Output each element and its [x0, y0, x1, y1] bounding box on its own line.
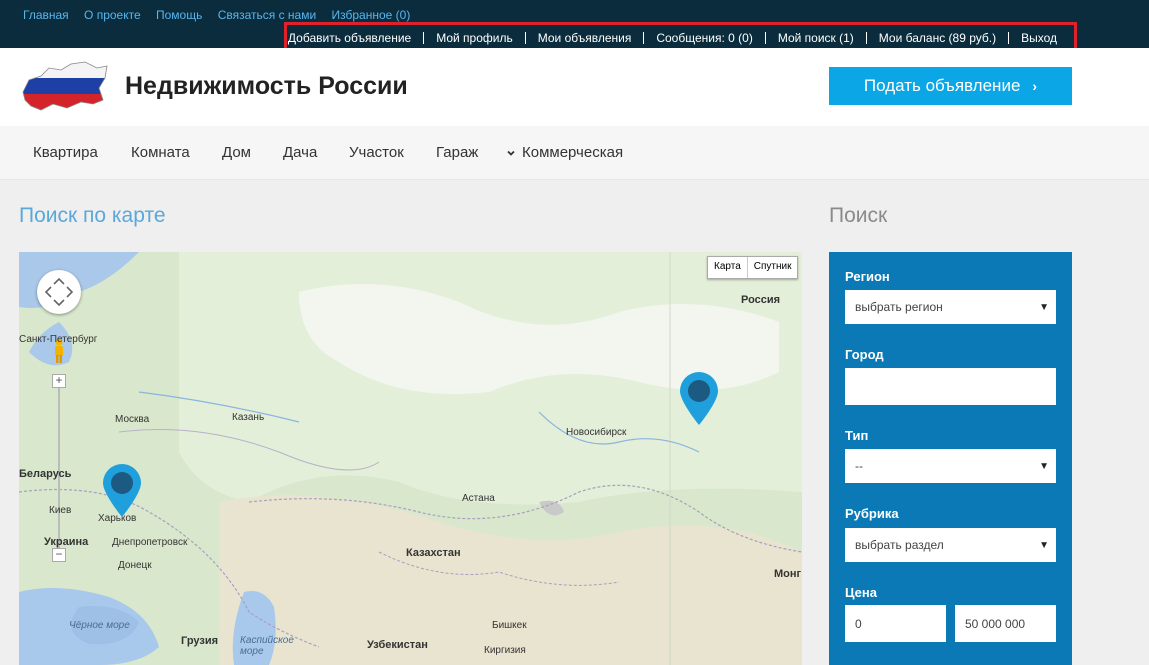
map-label-kazakhstan: Казахстан: [406, 547, 461, 559]
map-label-moscow: Москва: [115, 414, 150, 425]
map-label-ukraine: Украина: [44, 536, 89, 548]
post-ad-button[interactable]: Подать объявление ›: [829, 67, 1072, 105]
map-terrain: [19, 252, 802, 665]
chevron-right-icon: ›: [1032, 78, 1038, 94]
site-header: Недвижимость России Подать объявление ›: [0, 48, 1149, 126]
map-label-stpete: Санкт-Петербург: [19, 334, 98, 345]
map-label-kiev: Киев: [49, 505, 72, 516]
search-panel: Регион выбрать регион ▼ Город Тип -- ▼ Р…: [829, 252, 1072, 665]
site-title[interactable]: Недвижимость России: [125, 72, 408, 101]
map-label-donetsk: Донецк: [118, 560, 152, 571]
map-pan-control[interactable]: [37, 270, 81, 314]
map-type-satellite[interactable]: Спутник: [748, 257, 798, 278]
nav-land[interactable]: Участок: [349, 144, 404, 161]
map-label-belarus: Беларусь: [19, 468, 72, 480]
zoom-out-button[interactable]: −: [52, 548, 66, 562]
user-menu-my-listings[interactable]: Мои объявления: [526, 31, 645, 44]
map-label-mongolia: Монг: [774, 568, 802, 580]
nav-commercial[interactable]: Коммерческая: [506, 144, 623, 161]
post-ad-button-label: Подать объявление: [863, 76, 1021, 95]
russia-flag-logo-icon[interactable]: [19, 58, 111, 114]
map-label-black-sea: Чёрное море: [69, 620, 130, 631]
user-menu-add-listing[interactable]: Добавить объявление: [276, 31, 425, 44]
map-label-caspian: Каспийское море: [240, 635, 294, 657]
rubric-label: Рубрика: [845, 506, 899, 521]
zoom-in-button[interactable]: +: [52, 374, 66, 388]
nav-room[interactable]: Комната: [131, 144, 190, 161]
dropdown-arrow-icon: ▼: [1039, 301, 1049, 313]
dropdown-arrow-icon: ▼: [1039, 539, 1049, 551]
nav-apartment[interactable]: Квартира: [33, 144, 98, 161]
map-view[interactable]: Карта Спутник + − Россия Санкт-Петербург…: [19, 252, 802, 665]
link-home[interactable]: Главная: [23, 8, 69, 22]
map-pin-icon[interactable]: [679, 372, 719, 426]
price-from-input[interactable]: [845, 605, 946, 642]
link-about[interactable]: О проекте: [84, 8, 141, 22]
type-select-value: --: [855, 459, 863, 473]
user-menu-messages[interactable]: Сообщения: 0 (0): [644, 31, 766, 44]
price-label: Цена: [845, 585, 877, 600]
city-label: Город: [845, 347, 884, 362]
map-type-switch: Карта Спутник: [707, 256, 799, 279]
link-favorites[interactable]: Избранное (0): [332, 8, 411, 22]
type-label: Тип: [845, 428, 869, 443]
map-label-dnepro: Днепропетровск: [112, 537, 188, 548]
map-label-novosibirsk: Новосибирск: [566, 427, 627, 438]
search-section-title: Поиск: [829, 204, 888, 227]
map-label-russia: Россия: [741, 294, 781, 306]
map-label-astana: Астана: [462, 493, 495, 504]
user-menu-my-search[interactable]: Мой поиск (1): [766, 31, 867, 44]
link-contact[interactable]: Связаться с нами: [218, 8, 316, 22]
chevron-down-icon: [507, 150, 515, 156]
dropdown-arrow-icon: ▼: [1039, 460, 1049, 472]
link-help[interactable]: Помощь: [156, 8, 202, 22]
price-to-input[interactable]: [955, 605, 1056, 642]
map-label-uzbekistan: Узбекистан: [367, 639, 428, 651]
category-nav: Квартира Комната Дом Дача Участок Гараж …: [0, 126, 1149, 180]
map-label-kyrgyzstan: Киргизия: [484, 645, 526, 656]
rubric-select[interactable]: выбрать раздел ▼: [845, 528, 1056, 562]
map-label-bishkek: Бишкек: [492, 620, 527, 631]
map-label-kazan: Казань: [232, 412, 265, 423]
user-menu-logout[interactable]: Выход: [1009, 32, 1062, 44]
map-label-georgia: Грузия: [181, 635, 219, 647]
pan-arrows-icon: [44, 277, 74, 307]
city-input[interactable]: [845, 368, 1056, 405]
nav-dacha[interactable]: Дача: [283, 144, 317, 161]
rubric-select-value: выбрать раздел: [855, 538, 944, 552]
map-type-map[interactable]: Карта: [708, 257, 748, 278]
user-menu-profile[interactable]: Мой профиль: [424, 31, 526, 44]
nav-house[interactable]: Дом: [222, 144, 251, 161]
region-label: Регион: [845, 269, 890, 284]
nav-garage[interactable]: Гараж: [436, 144, 478, 161]
top-links: Главная О проекте Помощь Связаться с нам…: [23, 8, 422, 22]
nav-commercial-label: Коммерческая: [522, 144, 624, 161]
region-select-value: выбрать регион: [855, 300, 943, 314]
map-section-title: Поиск по карте: [19, 204, 166, 227]
map-pin-icon[interactable]: [102, 464, 142, 518]
region-select[interactable]: выбрать регион ▼: [845, 290, 1056, 324]
type-select[interactable]: -- ▼: [845, 449, 1056, 483]
user-menu-balance[interactable]: Мои баланс (89 руб.): [867, 31, 1010, 44]
